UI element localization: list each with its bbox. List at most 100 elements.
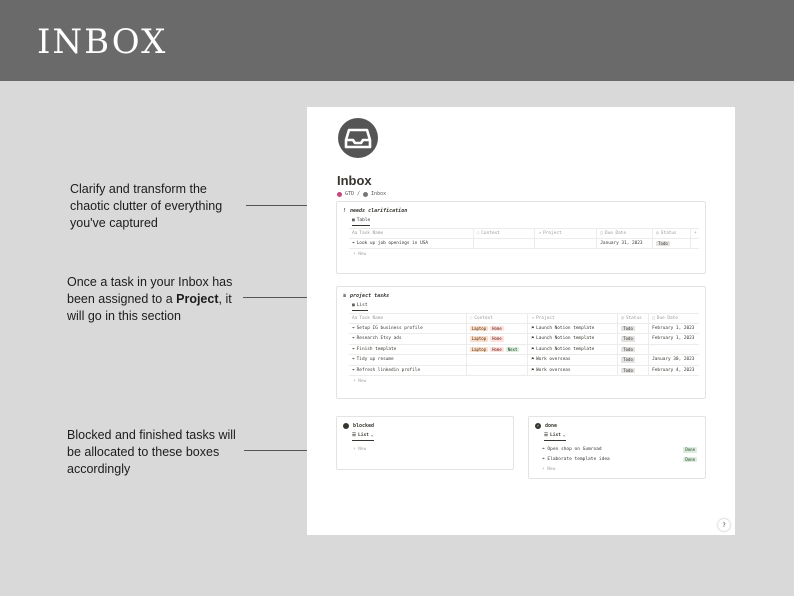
new-row-button[interactable]: + New <box>542 464 697 474</box>
breadcrumb-parent[interactable]: GTD <box>345 191 354 197</box>
due-date-cell[interactable] <box>649 345 699 355</box>
project-cell[interactable] <box>535 238 598 248</box>
context-tag: Laptop <box>469 336 489 342</box>
table-row[interactable]: ➜ Look up job openings in USA January 31,… <box>349 238 699 249</box>
status-badge: Done <box>683 456 697 462</box>
new-row-button[interactable]: + New <box>349 249 699 259</box>
text-icon: Aa <box>352 315 358 321</box>
status-badge: Todo <box>621 325 635 331</box>
new-row-button[interactable]: + New <box>349 444 366 454</box>
banner-title: INBOX <box>37 22 168 62</box>
task-cell[interactable]: ➜ Look up job openings in USA <box>349 238 474 248</box>
section-heading: blocked <box>343 423 374 429</box>
due-date-cell[interactable]: February 1, 2023 <box>649 324 699 334</box>
column-header[interactable]: ◌ Context <box>474 229 536 238</box>
status-badge: Todo <box>621 346 635 352</box>
column-header[interactable]: ↗ Project <box>535 229 598 238</box>
due-date-cell[interactable]: January 31, 2023 <box>597 238 654 248</box>
column-header[interactable]: Aa Task Name <box>349 229 474 238</box>
gtd-icon <box>337 191 342 197</box>
inbox-tray-icon <box>338 118 378 158</box>
status-icon: ◎ <box>656 230 659 236</box>
context-cell[interactable] <box>474 238 536 248</box>
flag-icon: ⚑ <box>531 367 535 373</box>
breadcrumb-current[interactable]: Inbox <box>371 191 386 197</box>
list-item[interactable]: ➜ Elaborate template idea Done <box>542 455 697 465</box>
due-date-cell[interactable]: February 4, 2023 <box>649 366 699 376</box>
context-cell[interactable] <box>467 355 529 365</box>
status-cell[interactable]: Todo <box>618 355 650 365</box>
column-header[interactable]: ◎ Status <box>618 314 650 323</box>
annotation-bold-text: Project <box>176 292 219 306</box>
arrow-right-icon: ➜ <box>352 367 355 373</box>
empty-cell <box>691 239 699 249</box>
task-cell[interactable]: ➜ Finish template <box>349 344 467 354</box>
context-cell[interactable]: Laptop Home Next <box>467 344 529 354</box>
annotation-line: Once a task in your Inbox has <box>67 275 233 289</box>
table-row[interactable]: ➜ Setup IG business profile Laptop Home ⚑ Lau… <box>349 323 699 334</box>
project-cell[interactable]: ⚑ Launch Notion template <box>528 334 619 344</box>
help-button[interactable]: ? <box>718 519 730 531</box>
chevron-down-icon: ⌄ <box>370 433 374 438</box>
column-header[interactable]: ↗ Project <box>528 314 619 323</box>
column-label: Status <box>625 315 642 321</box>
due-date-cell[interactable]: February 1, 2023 <box>649 334 699 344</box>
circle-icon: ◌ <box>469 315 473 321</box>
project-cell[interactable]: ⚑ Work overseas <box>528 365 619 375</box>
view-tab-table[interactable]: ▦ Table <box>352 218 371 226</box>
column-label: Context <box>474 315 493 321</box>
status-cell[interactable]: Todo <box>618 334 650 344</box>
context-cell[interactable]: Laptop Home <box>467 334 529 344</box>
table-header-row: Aa Task Name ◌ Context ↗ Project ▢ Due Date … <box>349 228 699 239</box>
column-label: Due Date <box>604 230 627 236</box>
view-tab-label: List <box>550 433 561 438</box>
task-cell[interactable]: ➜ Research Etsy ads <box>349 334 467 344</box>
column-header[interactable]: ◎ Status <box>653 229 692 238</box>
view-tab-label: Table <box>356 218 371 223</box>
breadcrumb[interactable]: GTD / Inbox <box>337 191 386 197</box>
annotation-blocked: Blocked and finished tasks will be alloc… <box>67 427 236 478</box>
status-cell[interactable]: Todo <box>618 365 650 375</box>
project-cell[interactable]: ⚑ Work overseas <box>528 355 619 365</box>
view-tab-list[interactable]: ☰ List ⌄ <box>544 433 566 441</box>
task-name: Finish template <box>356 346 397 352</box>
view-tab-list[interactable]: ☰ List ⌄ <box>352 433 374 441</box>
chevron-down-icon: ⌄ <box>562 433 566 438</box>
project-name: Work overseas <box>536 367 571 373</box>
task-name: Refresh linkedin profile <box>356 367 421 373</box>
column-header[interactable]: Aa Task Name <box>349 314 467 323</box>
context-tag: Laptop <box>469 325 489 331</box>
status-cell[interactable]: Todo <box>653 238 692 248</box>
context-cell[interactable] <box>467 365 529 375</box>
annotation-line: be allocated to these boxes <box>67 445 220 459</box>
new-row-button[interactable]: + New <box>349 376 699 386</box>
list-item[interactable]: ➜ Open shop on Gumroad Done <box>542 445 697 455</box>
exclamation-icon: ! <box>343 208 347 214</box>
section-title: needs clarification <box>350 208 408 214</box>
project-cell[interactable]: ⚑ Launch Notion template <box>528 323 619 333</box>
column-header[interactable]: ◌ Context <box>467 314 529 323</box>
view-tab-list[interactable]: ▦ List <box>352 303 368 311</box>
table-row[interactable]: ➜ Finish template Laptop Home Next ⚑ Launch No… <box>349 344 699 355</box>
context-cell[interactable]: Laptop Home <box>467 323 529 333</box>
page-title: Inbox <box>337 173 372 188</box>
project-cell[interactable]: ⚑ Launch Notion template <box>528 344 619 354</box>
column-header[interactable]: ▢ Due Date <box>649 314 699 323</box>
status-cell[interactable]: Todo <box>618 344 650 354</box>
task-cell[interactable]: ➜ Setup IG business profile <box>349 323 467 333</box>
table-row[interactable]: ➜ Refresh linkedin profile ⚑ Work overseas T… <box>349 365 699 376</box>
table-row[interactable]: ➜ Research Etsy ads Laptop Home ⚑ Launch Noti… <box>349 334 699 345</box>
breadcrumb-separator: / <box>357 191 361 197</box>
list-view-icon: ☰ <box>544 433 549 438</box>
due-date: February 1, 2023 <box>652 336 695 342</box>
arrow-right-icon: ➜ <box>352 336 355 342</box>
add-icon: + <box>694 230 697 236</box>
column-header[interactable]: ▢ Due Date <box>597 229 654 238</box>
task-cell[interactable]: ➜ Refresh linkedin profile <box>349 365 467 375</box>
due-date-cell[interactable]: January 30, 2023 <box>649 355 699 365</box>
table-row[interactable]: ➜ Tidy up resume ⚑ Work overseas Todo January… <box>349 355 699 366</box>
add-column-button[interactable]: + <box>691 229 699 238</box>
task-name: Look up job openings in USA <box>356 240 429 246</box>
task-cell[interactable]: ➜ Tidy up resume <box>349 355 467 365</box>
status-cell[interactable]: Todo <box>618 323 650 333</box>
